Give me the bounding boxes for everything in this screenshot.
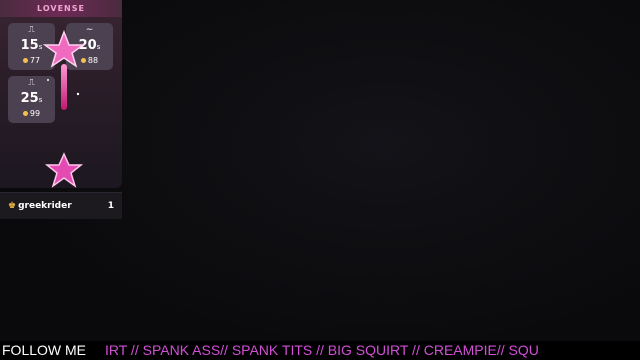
top-tipper-bar: ♚ greekrider 1: [0, 192, 122, 219]
ticker-label: FOLLOW ME: [2, 342, 87, 358]
ticker-text: IRT // SPANK ASS// SPANK TITS // BIG SQU…: [105, 342, 539, 358]
coin-icon: [22, 58, 28, 63]
star-icon: [44, 152, 84, 188]
scrolling-ticker: FOLLOW ME IRT // SPANK ASS// SPANK TITS …: [0, 341, 640, 360]
coin-icon: [22, 111, 28, 116]
tipper-name: greekrider: [18, 201, 72, 211]
trophy-icon: ♚: [8, 201, 17, 211]
lovense-logo: LOVENSE: [0, 0, 122, 17]
tipper-count: 1: [107, 201, 114, 211]
lovense-tip-panel: LOVENSE ⎍ 15s 77 ∼ 20s 88 ⎍ 25s 99: [0, 0, 122, 188]
star-wand-icon: [42, 30, 86, 110]
